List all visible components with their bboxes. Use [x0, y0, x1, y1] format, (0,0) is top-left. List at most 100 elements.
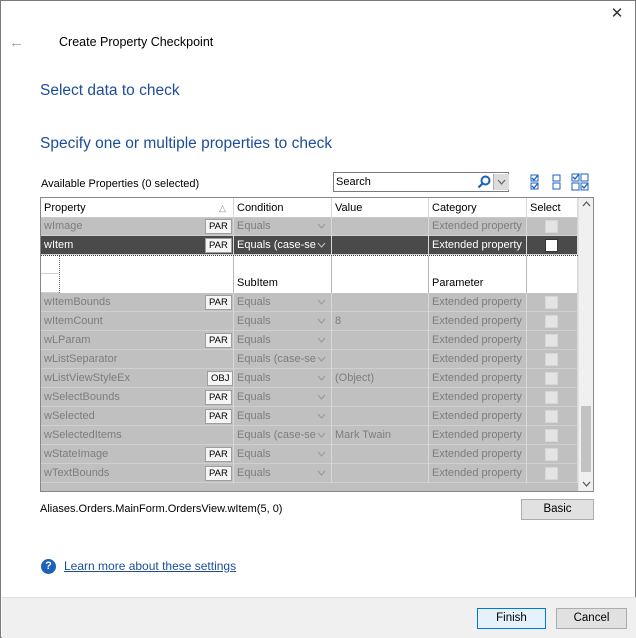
chevron-down-icon[interactable] — [313, 351, 330, 367]
value-cell[interactable] — [332, 388, 429, 407]
category-cell[interactable]: Parameter — [429, 256, 527, 275]
select-cell[interactable] — [527, 350, 578, 369]
search-dropdown-button[interactable] — [493, 174, 509, 190]
value-cell[interactable]: 8 — [332, 312, 429, 331]
table-row[interactable]: wImage PAR Equals Extended property — [41, 217, 578, 236]
property-cell[interactable]: wStateImage PAR — [41, 445, 234, 464]
value-cell[interactable] — [332, 464, 429, 483]
category-cell[interactable]: Extended property — [429, 407, 527, 426]
category-cell[interactable]: Extended property — [429, 217, 527, 236]
column-header-value[interactable]: Value — [332, 198, 429, 217]
value-cell[interactable] — [332, 274, 429, 293]
uncheck-all-icon[interactable] — [548, 173, 566, 191]
condition-cell[interactable]: Equals (case-se — [234, 350, 332, 369]
category-cell[interactable]: Extended property — [429, 426, 527, 445]
table-row[interactable]: wItem PAR Equals (case-se Extended property — [41, 236, 578, 255]
select-cell[interactable] — [527, 236, 578, 255]
category-cell[interactable]: Extended property — [429, 464, 527, 483]
value-cell[interactable] — [332, 331, 429, 350]
table-row[interactable]: wStateImage PAR Equals Extended property — [41, 445, 578, 464]
value-cell[interactable] — [332, 256, 429, 275]
table-row[interactable]: SubItem Parameter — [41, 274, 578, 293]
select-cell[interactable] — [527, 256, 578, 275]
column-header-select[interactable]: Select — [527, 198, 578, 217]
select-cell[interactable] — [527, 369, 578, 388]
back-arrow-icon[interactable]: ← — [9, 34, 24, 51]
property-cell[interactable]: wSelectBounds PAR — [41, 388, 234, 407]
category-cell[interactable]: Extended property — [429, 445, 527, 464]
value-cell[interactable] — [332, 236, 429, 255]
select-cell[interactable] — [527, 388, 578, 407]
property-cell[interactable]: wImage PAR — [41, 217, 234, 236]
condition-cell[interactable]: Item — [234, 256, 332, 275]
select-checkbox[interactable] — [545, 296, 558, 309]
table-row[interactable]: Item Parameter — [41, 255, 578, 275]
scroll-up-icon[interactable] — [582, 201, 591, 207]
category-cell[interactable]: Extended property — [429, 388, 527, 407]
condition-cell[interactable]: Equals — [234, 331, 332, 350]
category-cell[interactable]: Extended property — [429, 369, 527, 388]
select-cell[interactable] — [527, 312, 578, 331]
property-cell[interactable]: wItemCount — [41, 312, 234, 331]
value-cell[interactable] — [332, 350, 429, 369]
select-cell[interactable] — [527, 464, 578, 483]
select-cell[interactable] — [527, 217, 578, 236]
condition-cell[interactable]: Equals — [234, 312, 332, 331]
category-cell[interactable]: Extended property — [429, 236, 527, 255]
basic-button[interactable]: Basic — [521, 499, 594, 520]
check-all-icon[interactable] — [526, 173, 544, 191]
column-header-category[interactable]: Category — [429, 198, 527, 217]
condition-cell[interactable]: Equals — [234, 464, 332, 483]
condition-cell[interactable]: Equals — [234, 407, 332, 426]
value-cell[interactable] — [332, 217, 429, 236]
category-cell[interactable]: Extended property — [429, 312, 527, 331]
chevron-down-icon[interactable] — [313, 237, 330, 253]
property-cell[interactable] — [59, 256, 234, 275]
search-icon[interactable] — [476, 174, 492, 190]
condition-cell[interactable]: Equals (case-se — [234, 236, 332, 255]
chevron-down-icon[interactable] — [313, 446, 330, 462]
select-cell[interactable] — [527, 426, 578, 445]
vertical-scrollbar[interactable] — [578, 198, 593, 491]
chevron-down-icon[interactable] — [313, 465, 330, 481]
chevron-down-icon[interactable] — [313, 408, 330, 424]
table-row[interactable]: wSelectBounds PAR Equals Extended property — [41, 388, 578, 407]
learn-more-link[interactable]: Learn more about these settings — [64, 559, 236, 573]
category-cell[interactable]: Extended property — [429, 331, 527, 350]
close-icon[interactable]: ✕ — [608, 5, 626, 23]
property-cell[interactable]: wItemBounds PAR — [41, 293, 234, 312]
property-cell[interactable]: wListViewStyleEx OBJ — [41, 369, 234, 388]
check-grid-icon[interactable] — [571, 173, 589, 191]
chevron-down-icon[interactable] — [313, 332, 330, 348]
chevron-down-icon[interactable] — [313, 389, 330, 405]
select-cell[interactable] — [527, 407, 578, 426]
select-checkbox[interactable] — [545, 410, 558, 423]
condition-cell[interactable]: Equals — [234, 445, 332, 464]
select-checkbox[interactable] — [545, 391, 558, 404]
property-cell[interactable] — [59, 274, 234, 293]
category-cell[interactable]: Extended property — [429, 293, 527, 312]
select-checkbox[interactable] — [545, 220, 558, 233]
finish-button[interactable]: Finish — [477, 608, 546, 629]
value-cell[interactable] — [332, 407, 429, 426]
chevron-down-icon[interactable] — [313, 218, 330, 234]
chevron-down-icon[interactable] — [313, 427, 330, 443]
scrollbar-thumb[interactable] — [581, 406, 591, 472]
value-cell[interactable]: Mark Twain — [332, 426, 429, 445]
category-cell[interactable]: Parameter — [429, 274, 527, 293]
column-header-condition[interactable]: Condition — [234, 198, 332, 217]
search-box[interactable]: Search — [333, 172, 509, 192]
property-cell[interactable]: wSelectedItems — [41, 426, 234, 445]
value-cell[interactable] — [332, 445, 429, 464]
table-row[interactable]: wLParam PAR Equals Extended property — [41, 331, 578, 350]
select-checkbox[interactable] — [545, 448, 558, 461]
table-row[interactable]: wListSeparator Equals (case-se Extended pr… — [41, 350, 578, 369]
property-cell[interactable]: wItem PAR — [41, 236, 234, 255]
chevron-down-icon[interactable] — [313, 313, 330, 329]
table-row[interactable]: wListViewStyleEx OBJ Equals (Object) Extende… — [41, 369, 578, 388]
table-row[interactable]: wItemCount Equals 8 Extended property — [41, 312, 578, 331]
select-cell[interactable] — [527, 331, 578, 350]
chevron-down-icon[interactable] — [313, 370, 330, 386]
condition-cell[interactable]: SubItem — [234, 274, 332, 293]
table-row[interactable]: wSelected PAR Equals Extended property — [41, 407, 578, 426]
